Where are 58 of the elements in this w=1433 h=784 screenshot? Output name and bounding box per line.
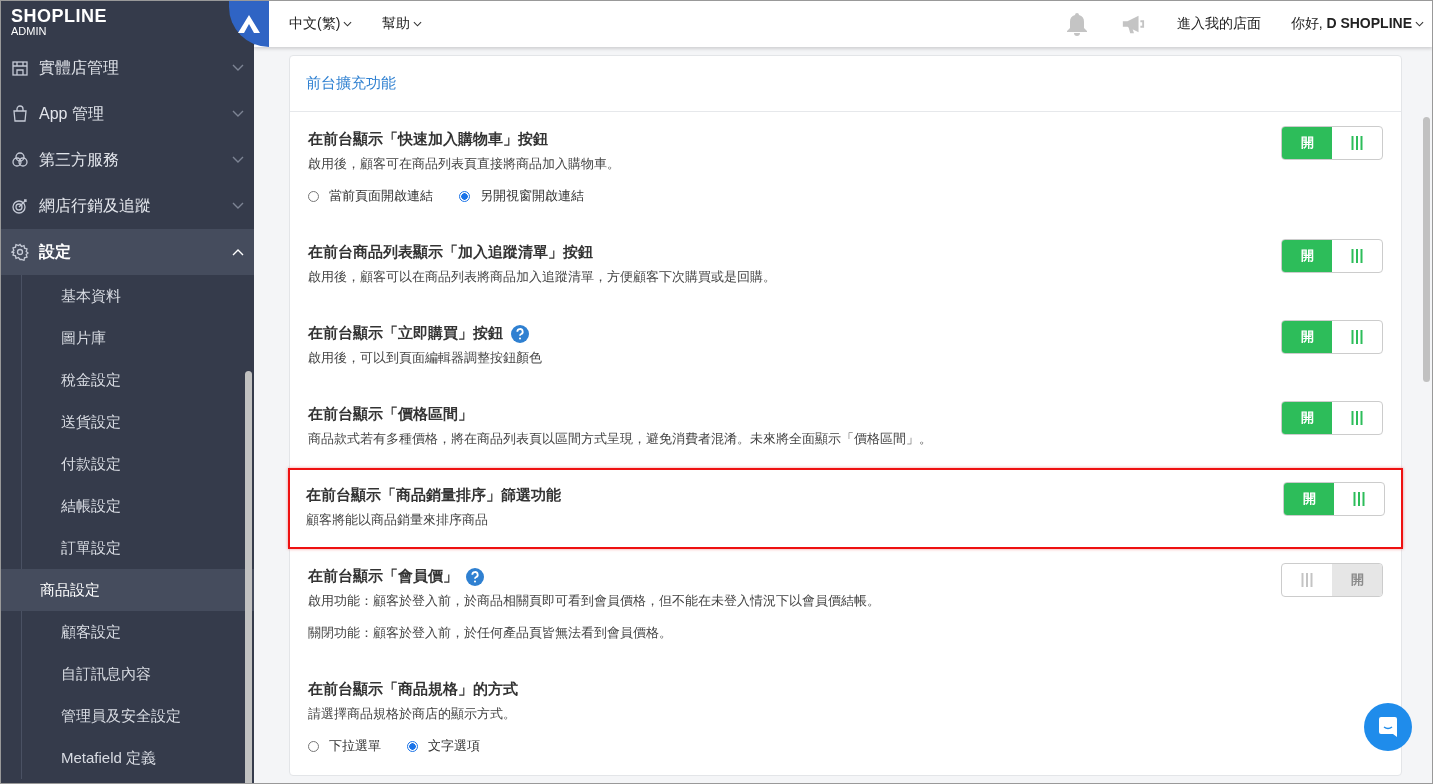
logo-text: SHOPLINE	[11, 7, 108, 25]
chat-icon	[1378, 716, 1398, 738]
setting-description: 請選擇商品規格於商店的顯示方式。	[308, 705, 517, 723]
circles-icon	[11, 151, 29, 169]
sidebar-item[interactable]: 網店行銷及追蹤	[1, 183, 254, 229]
scrollbar[interactable]	[245, 371, 252, 783]
chevron-icon	[232, 248, 244, 256]
setting-description: 啟用後，可以到頁面編輯器調整按鈕顏色	[308, 349, 543, 367]
chevron-icon	[1415, 21, 1424, 27]
grip-icon	[1351, 330, 1363, 344]
grip-icon	[1353, 492, 1365, 506]
card-title: 前台擴充功能	[290, 56, 1401, 112]
chevron-icon	[343, 21, 353, 27]
chevron-icon	[232, 64, 244, 72]
radio-button[interactable]	[407, 740, 418, 752]
grip-icon	[1301, 573, 1313, 587]
radio-label: 當前頁面開啟連結	[329, 187, 433, 205]
chevron-icon	[232, 156, 244, 164]
setting-title: 在前台顯示「快速加入購物車」按鈕	[308, 130, 548, 149]
setting-title: 在前台顯示「商品規格」的方式	[308, 680, 518, 699]
grip-icon	[1351, 411, 1363, 425]
chevron-icon	[413, 21, 423, 27]
setting-title: 在前台顯示「立即購買」按鈕	[308, 324, 503, 343]
help-icon[interactable]	[511, 324, 529, 343]
sidebar-item[interactable]: 設定	[1, 229, 254, 275]
target-icon	[11, 197, 29, 215]
chevron-icon	[232, 110, 244, 118]
sidebar-item[interactable]: 第三方服務	[1, 137, 254, 183]
radio-button[interactable]	[459, 190, 470, 202]
language-menu[interactable]: 中文(繁)	[289, 15, 353, 33]
setting-description: 啟用後，顧客可在商品列表頁直接將商品加入購物車。	[308, 155, 621, 173]
sidebar-subitem[interactable]: 商品設定	[1, 569, 254, 611]
setting-description: 商品款式若有多種價格，將在商品列表頁以區間方式呈現，避免消費者混淆。未來將全面顯示「價格區間」。	[308, 430, 933, 448]
settings-icon	[11, 243, 29, 261]
store-icon	[11, 59, 29, 77]
logo-subtitle: ADMIN	[11, 25, 48, 37]
setting-description: 顧客將能以商品銷量來排序商品	[306, 511, 489, 529]
radio-label: 另開視窗開啟連結	[480, 187, 584, 205]
user-menu[interactable]: 你好, D SHOPLINE	[1290, 15, 1424, 33]
setting-title: 在前台顯示「會員價」	[308, 567, 458, 586]
help-menu[interactable]: 幫助	[382, 15, 423, 33]
setting-description: 啟用後，顧客可以在商品列表將商品加入追蹤清單，方便顧客下次購買或是回購。	[308, 268, 777, 286]
grip-icon	[1351, 249, 1363, 263]
radio-label: 下拉選單	[329, 737, 381, 755]
sidebar-item[interactable]: App 管理	[1, 91, 254, 137]
radio-label: 文字選項	[428, 737, 480, 755]
setting-title: 在前台商品列表顯示「加入追蹤清單」按鈕	[308, 243, 593, 262]
setting-title: 在前台顯示「價格區間」	[308, 405, 473, 424]
sidebar-item[interactable]: 實體店管理	[1, 45, 254, 91]
setting-title: 在前台顯示「商品銷量排序」篩選功能	[306, 486, 561, 505]
setting-description: 關閉功能：顧客於登入前，於任何產品頁皆無法看到會員價格。	[308, 624, 673, 642]
grip-icon	[1351, 136, 1363, 150]
store-link[interactable]: 進入我的店面	[1176, 15, 1261, 33]
help-icon[interactable]	[466, 567, 484, 586]
setting-description: 啟用功能：顧客於登入前，於商品相關頁即可看到會員價格，但不能在未登入情況下以會員價結帳。	[308, 592, 881, 610]
bag-icon	[11, 105, 29, 123]
chevron-icon	[232, 202, 244, 210]
scrollbar[interactable]	[1423, 117, 1430, 382]
